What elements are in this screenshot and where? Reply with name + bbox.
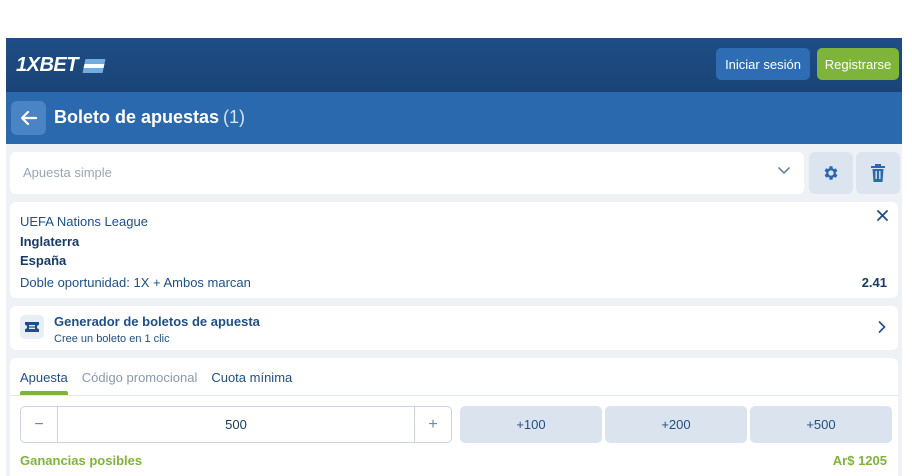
quick-add-200-button[interactable]: +200 — [605, 406, 747, 443]
top-bar: 1XBET Iniciar sesión Registrarse — [6, 38, 902, 92]
odds-value: 2.41 — [861, 275, 887, 290]
generator-subtitle: Cree un boleto en 1 clic — [54, 333, 170, 345]
page-title-text: Boleto de apuestas — [54, 107, 220, 127]
generator-title: Generador de boletos de apuesta — [54, 314, 260, 329]
bet-selection-card: UEFA Nations League Inglaterra España Do… — [10, 202, 898, 298]
increase-stake-button[interactable]: + — [414, 407, 451, 442]
possible-winnings-value: Ar$ 1205 — [832, 453, 887, 468]
gear-icon — [824, 166, 838, 180]
delete-button[interactable] — [856, 152, 900, 194]
quick-add-100-button[interactable]: +100 — [460, 406, 602, 443]
tabs-divider — [10, 395, 898, 396]
decrease-stake-button[interactable]: − — [21, 407, 58, 442]
tab-min-odds[interactable]: Cuota mínima — [211, 370, 292, 385]
brand-logo[interactable]: 1XBET — [16, 54, 106, 77]
bet-type-value: Apuesta simple — [23, 165, 112, 180]
market-name: Doble oportunidad: 1X + Ambos marcan — [20, 275, 251, 290]
quick-add-500-button[interactable]: +500 — [750, 406, 892, 443]
back-button[interactable] — [11, 101, 46, 135]
page-title: Boleto de apuestas (1) — [54, 107, 245, 128]
tab-promo-code[interactable]: Código promocional — [82, 370, 198, 385]
home-team: Inglaterra — [20, 234, 80, 249]
stake-tabs: Apuesta Código promocional Cuota mínima — [20, 370, 292, 385]
league-name: UEFA Nations League — [20, 214, 148, 229]
stake-input[interactable]: 500 — [58, 407, 414, 442]
chevron-right-icon — [878, 321, 886, 333]
register-button[interactable]: Registrarse — [817, 48, 899, 80]
stake-stepper: − 500 + — [20, 406, 452, 443]
bet-count: (1) — [223, 107, 246, 127]
tab-apuesta[interactable]: Apuesta — [20, 370, 68, 385]
chevron-down-icon — [778, 167, 790, 175]
possible-winnings-label: Ganancias posibles — [20, 453, 143, 468]
bet-type-select[interactable]: Apuesta simple — [10, 152, 804, 194]
away-team: España — [20, 253, 67, 268]
login-button[interactable]: Iniciar sesión — [716, 48, 810, 80]
back-arrow-icon — [20, 111, 37, 125]
argentina-flag-icon — [82, 58, 106, 73]
stake-panel: Apuesta Código promocional Cuota mínima … — [10, 358, 898, 476]
betslip-header: Boleto de apuestas (1) — [6, 92, 902, 144]
logo-text: 1XBET — [16, 54, 78, 76]
ticket-generator[interactable]: Generador de boletos de apuesta Cree un … — [10, 306, 898, 350]
betslip-screen: 1XBET Iniciar sesión Registrarse Boleto … — [6, 38, 902, 476]
ticket-icon — [20, 315, 44, 339]
settings-button[interactable] — [809, 152, 853, 194]
trash-icon — [871, 164, 885, 182]
close-icon[interactable] — [877, 210, 888, 221]
